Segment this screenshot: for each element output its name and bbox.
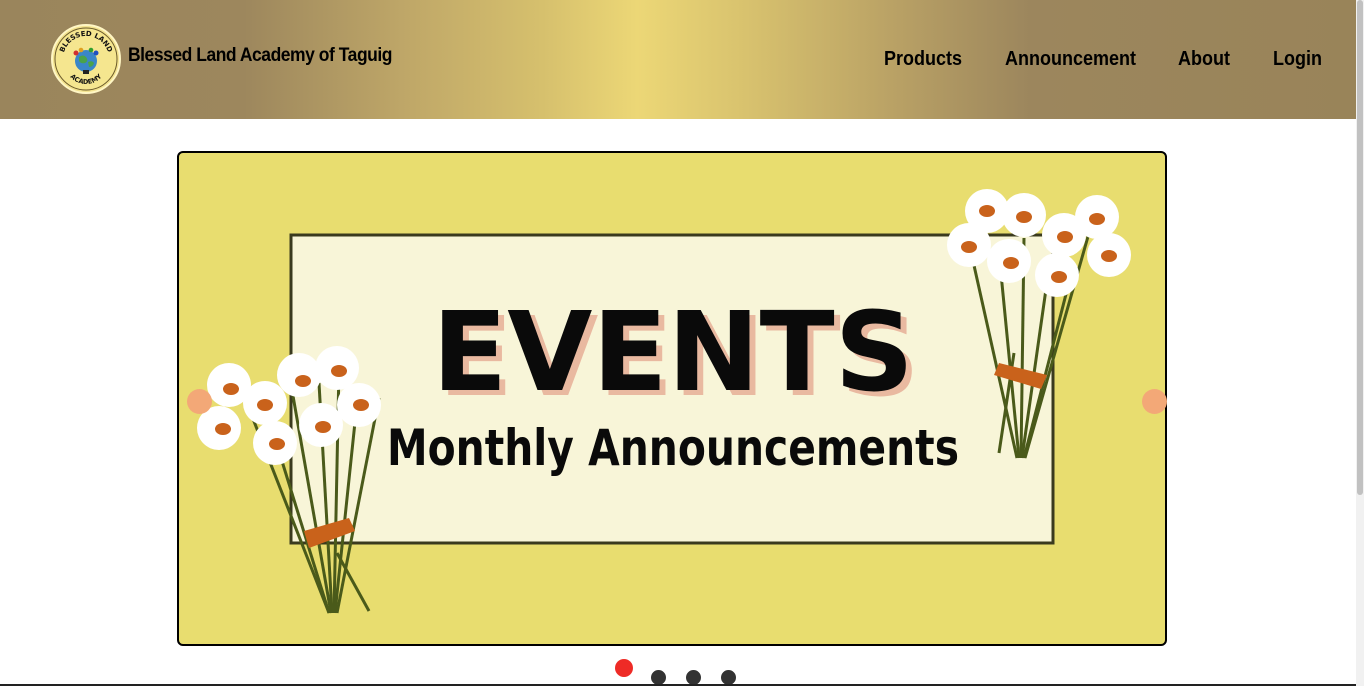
nav-announcement[interactable]: Announcement [1005, 48, 1136, 71]
nav-about[interactable]: About [1178, 48, 1230, 71]
carousel-dot-1[interactable] [615, 659, 633, 677]
carousel-dot-4[interactable] [721, 670, 736, 685]
nav-login[interactable]: Login [1273, 48, 1322, 71]
slide-title: EVENTS [432, 288, 914, 416]
brand-name[interactable]: Blessed Land Academy of Taguig [128, 45, 392, 67]
school-logo-icon[interactable]: BLESSED LAND ACADEMY [51, 24, 121, 94]
nav-products[interactable]: Products [884, 48, 962, 71]
carousel-dot-3[interactable] [686, 670, 701, 685]
slide-image: EVENTS EVENTS Monthly Announcements [197, 189, 1131, 614]
site-header: BLESSED LAND ACADEMY Blessed Land Academ… [0, 0, 1356, 119]
events-carousel[interactable]: EVENTS EVENTS Monthly Announcements [177, 151, 1167, 646]
scrollbar-thumb[interactable] [1357, 0, 1363, 495]
slide-subtitle: Monthly Announcements [387, 419, 959, 477]
carousel-next-button[interactable] [1142, 389, 1167, 414]
carousel-prev-button[interactable] [187, 389, 212, 414]
carousel-dot-2[interactable] [651, 670, 666, 685]
